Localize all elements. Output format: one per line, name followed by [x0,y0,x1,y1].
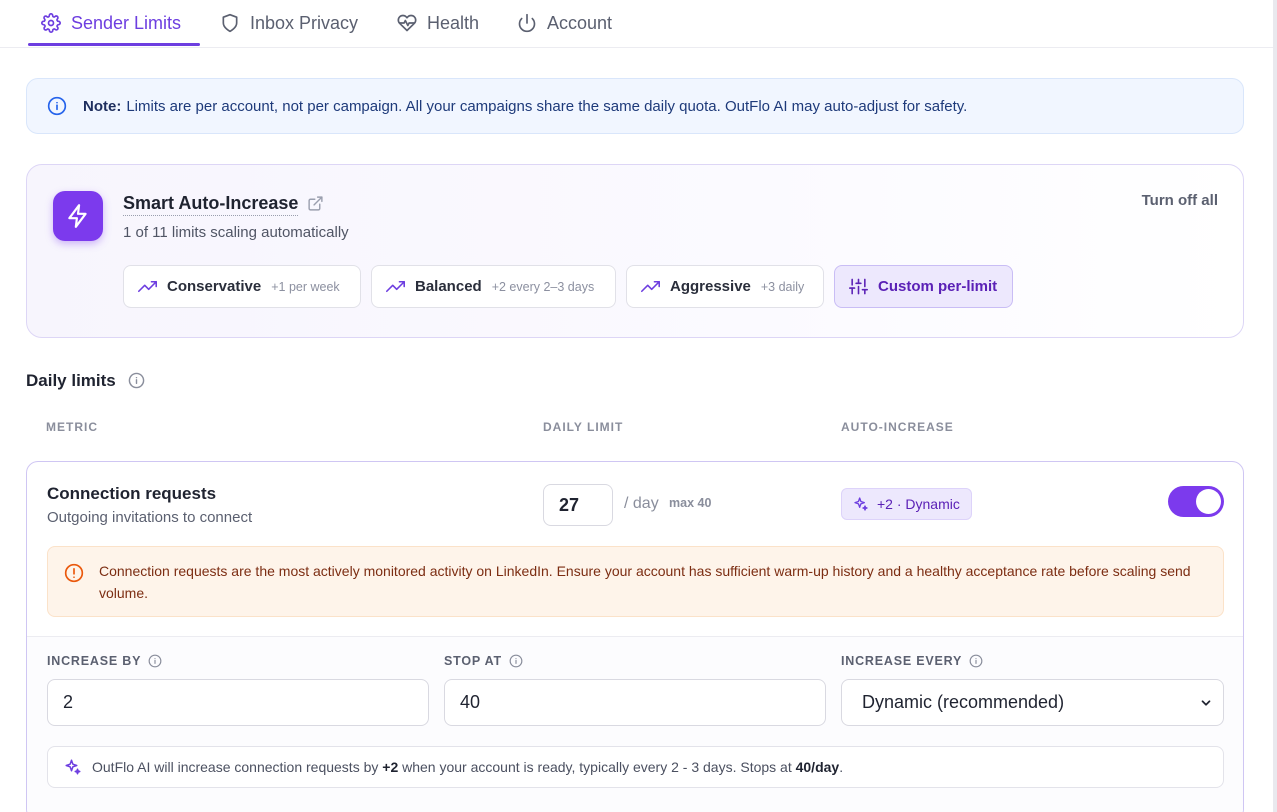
info-icon[interactable] [509,654,523,668]
sliders-icon [849,278,868,295]
external-link-icon[interactable] [307,195,324,212]
stop-at-label: STOP AT [444,654,523,668]
note-text: Limits are per account, not per campaign… [126,97,968,115]
badge-label: +2 · Dynamic [877,496,960,512]
metric-subtitle: Outgoing invitations to connect [47,509,253,526]
alert-circle-icon [64,563,84,583]
column-header-daily-limit: DAILY LIMIT [543,420,624,434]
mode-conservative-button[interactable]: Conservative +1 per week [123,265,361,308]
summary-part: when your account is ready, typically ev… [398,759,796,775]
mode-hint: +2 every 2–3 days [491,279,595,294]
warning-banner: Connection requests are the most activel… [47,546,1224,617]
warning-text: Connection requests are the most activel… [99,563,1191,601]
toggle-knob [1196,489,1221,514]
mode-balanced-button[interactable]: Balanced +2 every 2–3 days [371,265,616,308]
summary-text: OutFlo AI will increase connection reque… [92,759,843,775]
turn-off-all-button[interactable]: Turn off all [1142,192,1218,209]
mode-label: Conservative [167,278,262,295]
column-header-metric: METRIC [46,420,98,434]
field-label-text: INCREASE EVERY [841,654,963,668]
summary-stop: 40/day [795,759,840,775]
mode-custom-button[interactable]: Custom per-limit [834,265,1013,308]
select-value: Dynamic (recommended) [862,692,1065,712]
field-label-text: INCREASE BY [47,654,142,668]
metric-title: Connection requests [47,484,217,503]
sparkles-icon [854,497,868,511]
trending-up-icon [386,280,405,293]
smart-title[interactable]: Smart Auto-Increase [123,193,299,216]
stop-at-input[interactable] [444,679,826,726]
mode-aggressive-button[interactable]: Aggressive +3 daily [626,265,824,308]
field-label-text: STOP AT [444,654,502,668]
mode-label: Balanced [415,278,482,295]
mode-label: Aggressive [670,278,751,295]
per-day-label: / day [624,495,659,512]
daily-limits-title: Daily limits [26,371,116,390]
tab-label: Inbox Privacy [250,12,359,33]
smart-subtitle: 1 of 11 limits scaling automatically [123,224,349,241]
ai-summary: OutFlo AI will increase connection reque… [47,746,1224,788]
active-tab-indicator [28,43,200,46]
daily-limit-input[interactable] [543,484,613,526]
shield-icon [222,13,238,33]
trending-up-icon [641,280,660,293]
summary-part: . [839,759,844,775]
info-icon[interactable] [148,654,162,668]
increase-by-input[interactable] [47,679,429,726]
scrollbar[interactable] [1273,0,1277,812]
chevron-down-icon [1201,699,1211,706]
trending-up-icon [138,280,157,293]
info-icon [47,96,67,116]
increase-every-label: INCREASE EVERY [841,654,983,668]
increase-by-label: INCREASE BY [47,654,162,668]
mode-hint: +3 daily [760,279,805,294]
power-icon [518,13,536,33]
note-prefix: Note: [83,97,122,115]
tab-label: Sender Limits [71,12,182,33]
sparkles-icon [65,759,81,775]
info-icon[interactable] [128,372,145,389]
summary-part: OutFlo AI will increase connection reque… [92,759,383,775]
tab-health[interactable]: Health [397,0,479,46]
bolt-badge [53,191,103,241]
increase-every-select[interactable]: Dynamic (recommended) [841,679,1224,726]
max-label: max 40 [669,496,712,510]
bolt-icon [68,204,87,228]
summary-increase: +2 [382,759,399,775]
gear-icon [41,13,61,33]
auto-increase-toggle[interactable] [1168,486,1224,517]
heart-pulse-icon [397,14,417,32]
settings-tabs: Sender Limits Inbox Privacy Health Accou… [0,0,1273,48]
info-icon[interactable] [969,654,983,668]
auto-increase-badge[interactable]: +2 · Dynamic [841,488,972,520]
tab-inbox-privacy[interactable]: Inbox Privacy [220,0,358,46]
tab-label: Health [427,12,480,33]
tab-sender-limits[interactable]: Sender Limits [41,0,181,46]
tab-account[interactable]: Account [517,0,612,46]
smart-auto-increase-card: Smart Auto-Increase 1 of 11 limits scali… [26,164,1244,338]
mode-label: Custom per-limit [878,278,998,295]
metric-card-connection-requests: Connection requests Outgoing invitations… [26,461,1244,812]
tab-label: Account [547,12,613,33]
column-header-auto-increase: AUTO-INCREASE [841,420,954,434]
mode-hint: +1 per week [271,279,340,294]
note-banner: Note: Limits are per account, not per ca… [26,78,1244,134]
